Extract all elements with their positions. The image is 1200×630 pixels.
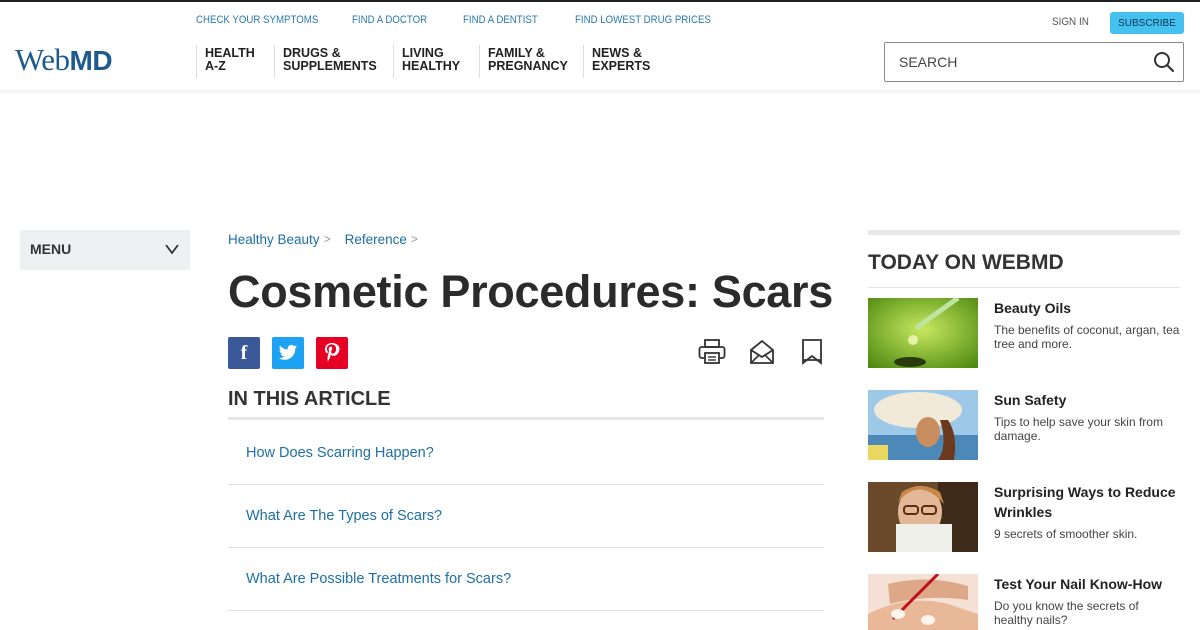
subscribe-button[interactable]: SUBSCRIBE (1110, 12, 1184, 34)
logo-md-text: MD (69, 45, 113, 76)
sidebar-heading: TODAY ON WEBMD (868, 235, 1180, 288)
sidebar-card-desc: Tips to help save your skin from damage. (994, 415, 1163, 443)
toc-link[interactable]: How Does Scarring Happen? (228, 422, 824, 485)
sidebar-card-desc: Do you know the secrets of healthy nails… (994, 599, 1139, 627)
logo-web-text: Web (15, 42, 70, 77)
search-icon[interactable] (1153, 51, 1175, 78)
pinterest-share-button[interactable] (316, 337, 348, 369)
utility-links: CHECK YOUR SYMPTOMS FIND A DOCTOR FIND A… (196, 14, 767, 26)
sidebar-card[interactable]: Test Your Nail Know-How Do you know the … (868, 574, 1180, 630)
sidebar-card[interactable]: Sun Safety Tips to help save your skin f… (868, 390, 1180, 460)
menu-label: MENU (30, 241, 72, 257)
breadcrumb: Healthy Beauty > Reference > (228, 232, 432, 247)
nav-news-experts[interactable]: NEWS & EXPERTS (583, 45, 673, 78)
search-input[interactable] (899, 44, 1149, 80)
nail-image[interactable] (868, 574, 978, 630)
today-on-webmd-panel: TODAY ON WEBMD Beauty Oils The benefits … (868, 230, 1180, 630)
print-icon[interactable] (698, 339, 726, 370)
webmd-logo[interactable]: WebMD (15, 42, 113, 78)
nav-health-az[interactable]: HEALTH A-Z (196, 45, 274, 78)
wrinkles-image[interactable] (868, 482, 978, 552)
sidebar-card-title: Test Your Nail Know-How (994, 576, 1163, 592)
email-icon[interactable] (749, 339, 775, 370)
search-box (884, 42, 1184, 82)
sun-safety-image[interactable] (868, 390, 978, 460)
breadcrumb-reference[interactable]: Reference (345, 232, 407, 247)
find-dentist-link[interactable]: FIND A DENTIST (463, 14, 538, 26)
sidebar-card-title: Surprising Ways to Reduce Wrinkles (994, 484, 1176, 520)
nav-family-pregnancy[interactable]: FAMILY & PREGNANCY (479, 45, 583, 78)
page-title: Cosmetic Procedures: Scars (228, 266, 833, 317)
facebook-icon: f (240, 341, 248, 364)
sign-in-link[interactable]: SIGN IN (1052, 16, 1089, 28)
check-symptoms-link[interactable]: CHECK YOUR SYMPTOMS (196, 14, 318, 26)
bookmark-icon[interactable] (801, 339, 823, 370)
nav-drugs-supplements[interactable]: DRUGS & SUPPLEMENTS (274, 45, 393, 78)
sidebar-card-title: Sun Safety (994, 392, 1067, 408)
toc-link[interactable]: What Are The Types of Scars? (228, 485, 824, 548)
in-this-article-heading: IN THIS ARTICLE (228, 388, 824, 420)
breadcrumb-chevron-icon: > (323, 232, 331, 246)
beauty-oils-image[interactable] (868, 298, 978, 368)
sidebar-card-desc: The benefits of coconut, argan, tea tree… (994, 323, 1180, 351)
nav-living-healthy[interactable]: LIVING HEALTHY (393, 45, 479, 78)
twitter-share-button[interactable] (272, 337, 304, 369)
main-nav: HEALTH A-Z DRUGS & SUPPLEMENTS LIVING HE… (196, 45, 673, 78)
chevron-down-icon (164, 241, 180, 262)
breadcrumb-chevron-icon: > (410, 232, 418, 246)
twitter-icon (278, 344, 298, 360)
table-of-contents: How Does Scarring Happen? What Are The T… (228, 422, 824, 611)
sidebar-card-desc: 9 secrets of smoother skin. (994, 527, 1138, 541)
breadcrumb-healthy-beauty[interactable]: Healthy Beauty (228, 232, 320, 247)
menu-dropdown[interactable]: MENU (20, 230, 190, 270)
sidebar-card[interactable]: Beauty Oils The benefits of coconut, arg… (868, 298, 1180, 368)
facebook-share-button[interactable]: f (228, 337, 260, 369)
pinterest-icon (325, 343, 340, 362)
find-doctor-link[interactable]: FIND A DOCTOR (352, 14, 427, 26)
site-header: WebMD CHECK YOUR SYMPTOMS FIND A DOCTOR … (0, 2, 1200, 90)
sidebar-card[interactable]: Surprising Ways to Reduce Wrinkles 9 sec… (868, 482, 1180, 552)
toc-link[interactable]: What Are Possible Treatments for Scars? (228, 548, 824, 611)
sidebar-card-title: Beauty Oils (994, 300, 1072, 316)
find-drug-prices-link[interactable]: FIND LOWEST DRUG PRICES (575, 14, 711, 26)
